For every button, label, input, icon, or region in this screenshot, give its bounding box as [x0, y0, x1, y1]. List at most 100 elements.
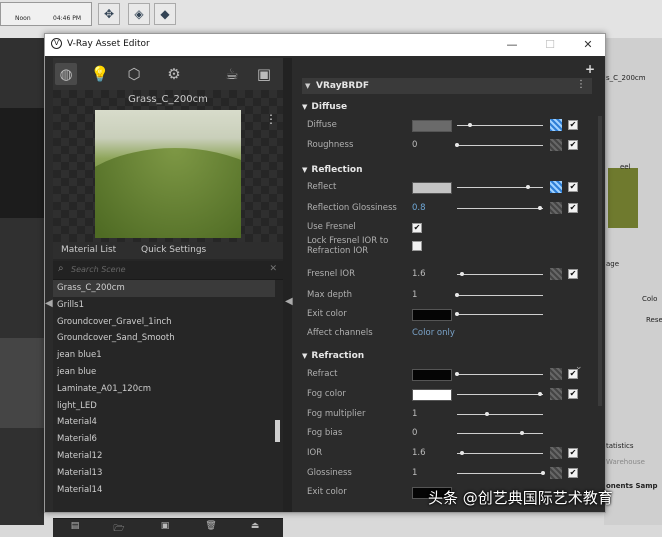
- fog-multiplier-slider-handle[interactable]: [485, 412, 490, 416]
- reflection-glossiness-slider-handle[interactable]: [537, 206, 542, 210]
- close-button[interactable]: ✕: [575, 36, 601, 54]
- fresnel-ior-slider-handle[interactable]: [460, 272, 465, 276]
- fresnel-ior-texture-slot-icon[interactable]: [550, 268, 562, 280]
- move-tool-icon[interactable]: ✥: [98, 3, 120, 25]
- list-item[interactable]: Material13: [53, 465, 275, 482]
- list-item[interactable]: light_LED: [53, 398, 275, 415]
- minimize-button[interactable]: —: [499, 36, 525, 54]
- ior-enable-checkbox[interactable]: ✔: [568, 448, 578, 458]
- max-depth-slider-handle[interactable]: [455, 293, 459, 297]
- exit-color-slider-handle[interactable]: [455, 312, 459, 316]
- refract-slider-track[interactable]: [457, 374, 543, 375]
- roughness-texture-slot-icon[interactable]: [550, 139, 562, 151]
- lock-fresnel-checkbox[interactable]: [412, 241, 422, 251]
- fog-bias-slider-handle[interactable]: [519, 431, 524, 435]
- fog-multiplier-slider-track[interactable]: [457, 414, 543, 415]
- refract-texture-slot-icon[interactable]: [550, 368, 562, 380]
- collapse-triangle-icon[interactable]: ▼: [305, 82, 310, 90]
- render-output-icon[interactable]: ▣: [253, 63, 275, 85]
- section-refraction[interactable]: ▼ Refraction: [302, 351, 364, 361]
- roughness-value[interactable]: 0: [412, 140, 417, 150]
- reflect-enable-checkbox[interactable]: ✔: [568, 182, 578, 192]
- diffuse-slider-handle[interactable]: [467, 123, 472, 127]
- reflect-color-swatch[interactable]: [412, 182, 452, 194]
- preview-menu-icon[interactable]: ⋮: [265, 112, 277, 126]
- max-depth-value[interactable]: 1: [412, 290, 417, 300]
- lights-bulb-icon[interactable]: 💡: [89, 63, 111, 85]
- reflect-slider-track[interactable]: [457, 187, 543, 188]
- delete-icon[interactable]: 🗑: [203, 521, 219, 535]
- reflect-texture-slot-icon[interactable]: [550, 181, 562, 193]
- fog-color-color-swatch[interactable]: [412, 389, 452, 401]
- tab-material-list[interactable]: Material List: [61, 245, 116, 255]
- glossiness-texture-slot-icon[interactable]: [550, 467, 562, 479]
- maximize-button[interactable]: ☐: [537, 36, 563, 54]
- list-item[interactable]: jean blue1: [53, 347, 275, 364]
- brdf-layer-header[interactable]: ▼ VRayBRDF ⋮: [302, 78, 592, 94]
- diffuse-enable-checkbox[interactable]: ✔: [568, 120, 578, 130]
- outliner-tool-icon[interactable]: ◆: [154, 3, 176, 25]
- save-icon[interactable]: ▣: [157, 521, 173, 535]
- exit-color-slider-track[interactable]: [457, 314, 543, 315]
- max-depth-slider-track[interactable]: [457, 295, 543, 296]
- fog-bias-value[interactable]: 0: [412, 428, 417, 438]
- roughness-slider-track[interactable]: [457, 145, 543, 146]
- roughness-enable-checkbox[interactable]: ✔: [568, 140, 578, 150]
- list-item[interactable]: Grills1: [53, 297, 275, 314]
- reflect-slider-handle[interactable]: [525, 185, 530, 189]
- section-reflection[interactable]: ▼ Reflection: [302, 165, 363, 175]
- refract-slider-handle[interactable]: [455, 372, 459, 376]
- render-elements-teapot-icon[interactable]: ☕: [221, 63, 243, 85]
- add-layer-button[interactable]: +: [585, 62, 595, 76]
- section-diffuse[interactable]: ▼ Diffuse: [302, 102, 347, 112]
- diffuse-color-swatch[interactable]: [412, 120, 452, 132]
- exit-color-color-swatch[interactable]: [412, 309, 452, 321]
- list-scrollbar[interactable]: [275, 420, 280, 442]
- fog-multiplier-value[interactable]: 1: [412, 409, 417, 419]
- reflection-glossiness-texture-slot-icon[interactable]: [550, 202, 562, 214]
- search-bar[interactable]: ⌕ Search Scene ✕: [53, 261, 283, 280]
- time-of-day-slider[interactable]: Noon 04:46 PM: [0, 2, 92, 26]
- fog-bias-slider-track[interactable]: [457, 433, 543, 434]
- list-item[interactable]: Laminate_A01_120cm: [53, 381, 275, 398]
- geometry-cube-icon[interactable]: ⬡: [123, 63, 145, 85]
- list-item[interactable]: jean blue: [53, 364, 275, 381]
- ior-value[interactable]: 1.6: [412, 448, 426, 458]
- roughness-slider-handle[interactable]: [455, 143, 459, 147]
- glossiness-slider-track[interactable]: [457, 473, 543, 474]
- chevron-down-icon[interactable]: ⌄: [575, 362, 583, 372]
- ior-slider-handle[interactable]: [460, 451, 465, 455]
- fog-color-slider-track[interactable]: [457, 394, 543, 395]
- list-item[interactable]: Material14: [53, 482, 275, 499]
- title-bar[interactable]: V V-Ray Asset Editor — ☐ ✕: [45, 34, 605, 56]
- fog-color-slider-handle[interactable]: [537, 392, 542, 396]
- fog-color-texture-slot-icon[interactable]: [550, 388, 562, 400]
- list-item[interactable]: Grass_C_200cm: [53, 280, 275, 297]
- layer-menu-icon[interactable]: ⋮: [576, 79, 586, 90]
- list-item[interactable]: Material4: [53, 414, 275, 431]
- glossiness-value[interactable]: 1: [412, 468, 417, 478]
- list-item[interactable]: Material6: [53, 431, 275, 448]
- reflection-glossiness-value[interactable]: 0.8: [412, 203, 426, 213]
- open-folder-icon[interactable]: 🗁: [111, 521, 127, 535]
- save-all-icon[interactable]: ▤: [67, 521, 83, 535]
- clear-search-icon[interactable]: ✕: [269, 264, 277, 274]
- collapse-middle-arrow-icon[interactable]: ◀: [285, 296, 293, 307]
- ior-texture-slot-icon[interactable]: [550, 447, 562, 459]
- affect-channels-value[interactable]: Color only: [412, 328, 455, 338]
- materials-sphere-icon[interactable]: ◍: [55, 63, 77, 85]
- use-fresnel-checkbox[interactable]: ✔: [412, 223, 422, 233]
- import-icon[interactable]: ⏏: [247, 521, 263, 535]
- fog-color-enable-checkbox[interactable]: ✔: [568, 389, 578, 399]
- collapse-left-arrow-icon[interactable]: ◀: [45, 298, 53, 309]
- tab-quick-settings[interactable]: Quick Settings: [141, 245, 206, 255]
- list-item[interactable]: Groundcover_Sand_Smooth: [53, 330, 275, 347]
- list-item[interactable]: Material12: [53, 448, 275, 465]
- refract-color-swatch[interactable]: [412, 369, 452, 381]
- search-input[interactable]: Search Scene: [71, 265, 126, 274]
- list-item[interactable]: Groundcover_Gravel_1inch: [53, 314, 275, 331]
- component-tool-icon[interactable]: ◈: [128, 3, 150, 25]
- reflection-glossiness-enable-checkbox[interactable]: ✔: [568, 203, 578, 213]
- fresnel-ior-enable-checkbox[interactable]: ✔: [568, 269, 578, 279]
- glossiness-slider-handle[interactable]: [541, 471, 545, 475]
